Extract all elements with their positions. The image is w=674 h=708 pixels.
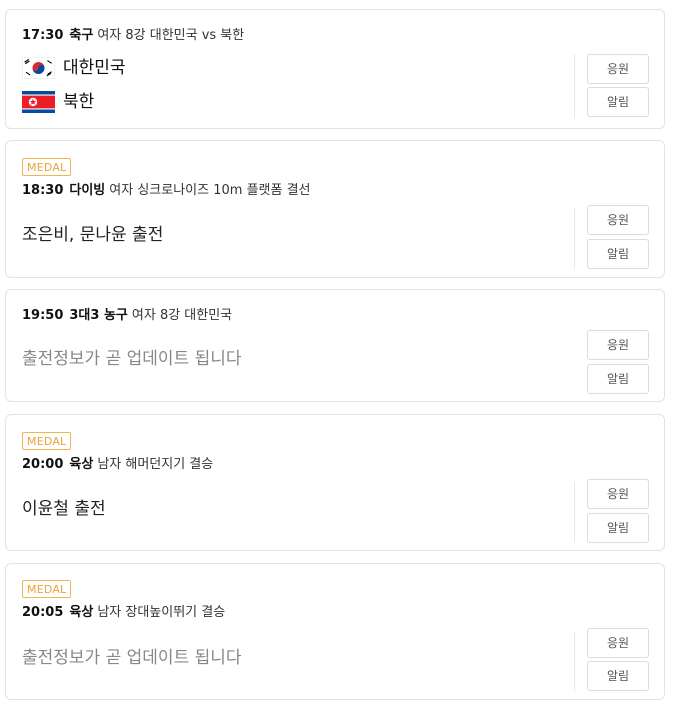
event-time: 20:00 [22, 457, 64, 472]
event-card: 19:50 3대3 농구 여자 8강 대한민국 출전정보가 곧 업데이트 됩니다 응… [5, 289, 665, 402]
alert-button[interactable]: 알림 [587, 239, 649, 269]
event-description: 남자 장대높이뛰기 결승 [97, 605, 226, 620]
event-headline: 17:30 축구 여자 8강 대한민국 vs 북한 [22, 28, 244, 44]
event-sport: 육상 [69, 457, 94, 472]
event-card: 17:30 축구 여자 8강 대한민국 vs 북한 대한민국 북한 응원 알림 [5, 9, 665, 129]
event-headline: 19:50 3대3 농구 여자 8강 대한민국 [22, 308, 232, 324]
event-card: MEDAL 20:00 육상 남자 해머던지기 결승 이윤철 출전 응원 알림 [5, 414, 665, 551]
medal-badge: MEDAL [22, 158, 72, 176]
participant-status: 조은비, 문나윤 출전 [22, 225, 164, 245]
event-time: 20:05 [22, 605, 64, 620]
card-divider [574, 631, 575, 691]
card-divider [574, 482, 575, 542]
team-name: 북한 [63, 92, 95, 112]
event-description: 여자 싱크로나이즈 10m 플랫폼 결선 [109, 183, 311, 198]
participant-status: 이윤철 출전 [22, 499, 106, 519]
event-card: MEDAL 18:30 다이빙 여자 싱크로나이즈 10m 플랫폼 결선 조은비, … [5, 140, 665, 278]
event-time: 17:30 [22, 28, 64, 43]
cheer-button[interactable]: 응원 [587, 54, 649, 84]
event-sport: 축구 [69, 28, 94, 43]
alert-button[interactable]: 알림 [587, 364, 649, 394]
cheer-button[interactable]: 응원 [587, 628, 649, 658]
team-row: 북한 [22, 91, 94, 113]
event-card: MEDAL 20:05 육상 남자 장대높이뛰기 결승 출전정보가 곧 업데이트 됩… [5, 563, 665, 700]
event-sport: 다이빙 [69, 183, 106, 198]
cheer-button[interactable]: 응원 [587, 205, 649, 235]
card-divider [574, 54, 575, 118]
event-time: 18:30 [22, 183, 64, 198]
alert-button[interactable]: 알림 [587, 661, 649, 691]
event-sport: 3대3 농구 [69, 308, 128, 323]
medal-badge: MEDAL [22, 580, 72, 598]
event-description: 남자 해머던지기 결승 [97, 457, 214, 472]
north-korea-flag-icon [22, 91, 55, 113]
alert-button[interactable]: 알림 [587, 513, 649, 543]
team-row: 대한민국 [22, 57, 126, 79]
team-name: 대한민국 [63, 58, 126, 78]
south-korea-flag-icon [22, 57, 55, 79]
event-description: 여자 8강 대한민국 [131, 308, 233, 323]
event-time: 19:50 [22, 308, 64, 323]
alert-button[interactable]: 알림 [587, 87, 649, 117]
participant-status: 출전정보가 곧 업데이트 됩니다 [22, 648, 242, 668]
event-headline: 20:05 육상 남자 장대높이뛰기 결승 [22, 605, 225, 621]
card-divider [574, 208, 575, 269]
medal-badge: MEDAL [22, 432, 72, 450]
event-headline: 20:00 육상 남자 해머던지기 결승 [22, 457, 213, 473]
event-description: 여자 8강 대한민국 vs 북한 [97, 28, 245, 43]
participant-status: 출전정보가 곧 업데이트 됩니다 [22, 349, 242, 369]
cheer-button[interactable]: 응원 [587, 330, 649, 360]
event-headline: 18:30 다이빙 여자 싱크로나이즈 10m 플랫폼 결선 [22, 183, 311, 199]
event-sport: 육상 [69, 605, 94, 620]
cheer-button[interactable]: 응원 [587, 479, 649, 509]
